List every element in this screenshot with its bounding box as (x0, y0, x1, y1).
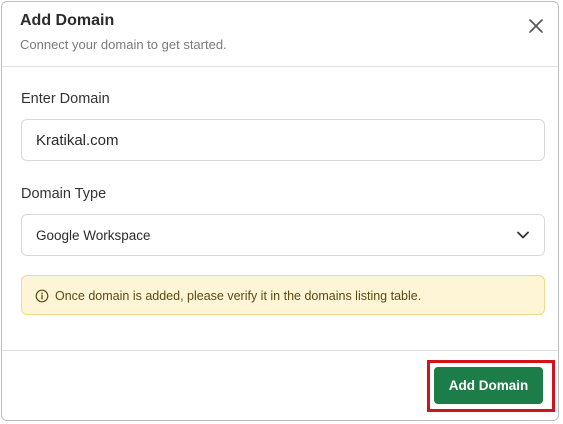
notice-text: Once domain is added, please verify it i… (55, 289, 422, 303)
add-domain-button[interactable]: Add Domain (434, 367, 543, 404)
info-icon (35, 289, 49, 303)
domain-type-select[interactable]: Google Workspace (21, 214, 545, 256)
modal-subtitle: Connect your domain to get started. (20, 37, 227, 52)
modal-title: Add Domain (20, 12, 115, 29)
domain-input-value: Kratikal.com (36, 132, 119, 149)
domain-type-value: Google Workspace (36, 228, 151, 243)
verify-notice: Once domain is added, please verify it i… (21, 275, 545, 315)
domain-label: Enter Domain (21, 91, 110, 107)
add-domain-modal: Add Domain Connect your domain to get st… (1, 1, 559, 421)
close-icon (529, 19, 543, 33)
domain-type-label: Domain Type (21, 186, 107, 202)
close-button[interactable] (526, 16, 546, 36)
domain-input[interactable]: Kratikal.com (21, 119, 545, 161)
modal-header: Add Domain Connect your domain to get st… (2, 2, 558, 67)
chevron-down-icon (517, 231, 529, 239)
